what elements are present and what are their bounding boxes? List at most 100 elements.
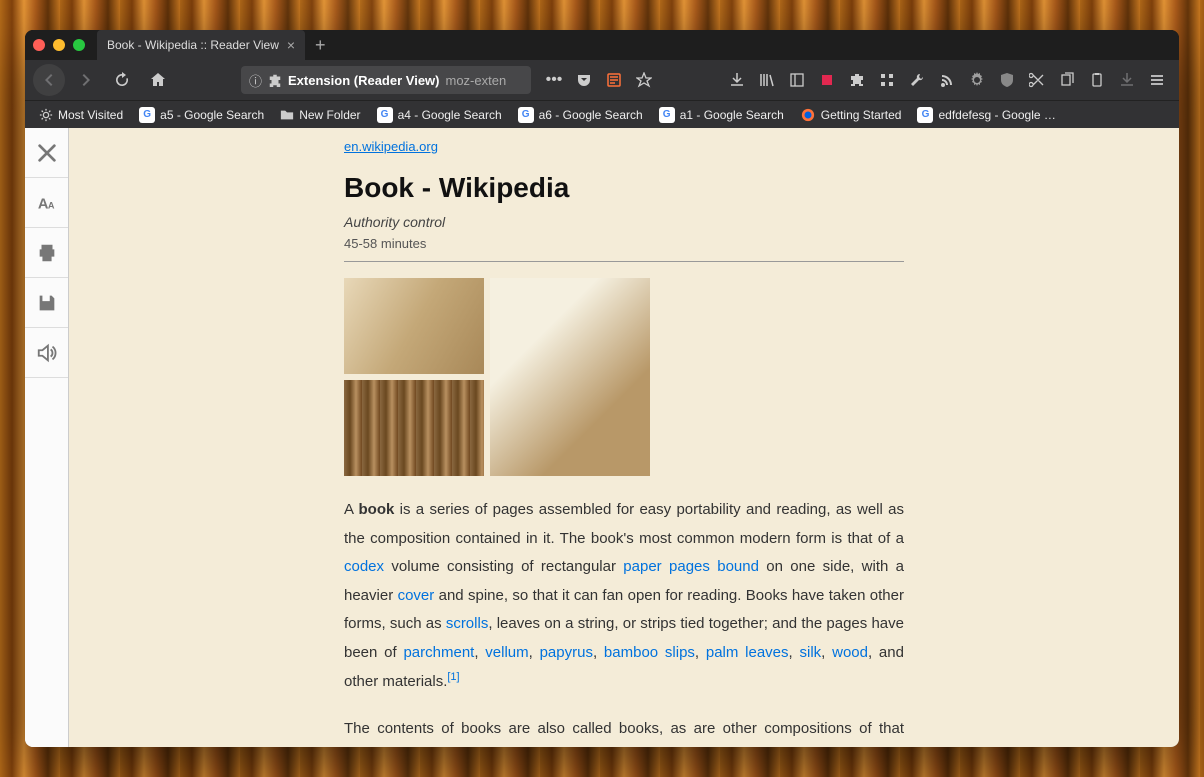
article-title: Book - Wikipedia (344, 172, 904, 204)
download2-icon (1119, 72, 1135, 88)
shield-icon (999, 72, 1015, 88)
google-icon: G (917, 107, 933, 123)
download-icon (729, 72, 745, 88)
copy-button[interactable] (1053, 65, 1081, 95)
url-extension-label: Extension (Reader View) (288, 73, 439, 88)
feed-button[interactable] (933, 65, 961, 95)
library-button[interactable] (753, 65, 781, 95)
bookmark-most-visited[interactable]: Most Visited (33, 105, 129, 125)
new-tab-button[interactable]: + (305, 30, 336, 60)
bookmark-a6[interactable]: G a6 - Google Search (512, 104, 649, 126)
tab-active[interactable]: Book - Wikipedia :: Reader View × (97, 30, 305, 60)
home-icon (150, 72, 166, 88)
link-cover[interactable]: cover (398, 587, 435, 604)
tab-close-icon[interactable]: × (287, 37, 295, 53)
star-icon (636, 72, 652, 88)
scissors-icon (1029, 72, 1045, 88)
forward-button[interactable] (71, 65, 101, 95)
devtools-button[interactable] (903, 65, 931, 95)
url-preview: moz-exten (446, 73, 507, 88)
addon-button-2[interactable] (873, 65, 901, 95)
ublock-button[interactable] (993, 65, 1021, 95)
copy-icon (1059, 72, 1075, 88)
reader-content[interactable]: en.wikipedia.org Book - Wikipedia Author… (69, 128, 1179, 747)
grid-icon (879, 72, 895, 88)
narrate-button[interactable] (25, 328, 68, 378)
bookmark-label: a4 - Google Search (398, 108, 502, 122)
bookmark-folder[interactable]: New Folder (274, 105, 366, 125)
speaker-icon (36, 342, 58, 364)
type-icon: AA (36, 192, 58, 214)
image-bookshelf (344, 380, 484, 476)
settings-button[interactable] (963, 65, 991, 95)
pocket-icon (576, 72, 592, 88)
link-bound[interactable]: bound (717, 558, 759, 575)
addon-button-1[interactable] (813, 65, 841, 95)
svg-text:A: A (47, 200, 54, 210)
save-button[interactable] (25, 278, 68, 328)
print-icon (36, 242, 58, 264)
home-button[interactable] (143, 65, 173, 95)
extension-icon (268, 73, 282, 87)
minimize-window-button[interactable] (53, 39, 65, 51)
bookmarks-bar: Most Visited G a5 - Google Search New Fo… (25, 100, 1179, 128)
content-area: AA en.wikipedia.org Book - Wikipedia Aut… (25, 128, 1179, 747)
link-palm-leaves[interactable]: palm leaves (706, 644, 789, 661)
bookmark-label: Getting Started (821, 108, 902, 122)
link-vellum[interactable]: vellum (485, 644, 528, 661)
pocket-button[interactable] (571, 65, 597, 95)
link-parchment[interactable]: parchment (403, 644, 474, 661)
bookmark-label: New Folder (299, 108, 360, 122)
bookmark-a4[interactable]: G a4 - Google Search (371, 104, 508, 126)
domain-link[interactable]: en.wikipedia.org (344, 139, 438, 154)
link-silk[interactable]: silk (799, 644, 821, 661)
dots-icon: ••• (546, 71, 563, 89)
bookmark-label: a5 - Google Search (160, 108, 264, 122)
bookmark-getting-started[interactable]: Getting Started (794, 104, 908, 126)
downloads-button[interactable] (723, 65, 751, 95)
print-button[interactable] (25, 228, 68, 278)
firefox-icon (800, 107, 816, 123)
folder-icon (280, 108, 294, 122)
type-controls-button[interactable]: AA (25, 178, 68, 228)
bookmark-a5[interactable]: G a5 - Google Search (133, 104, 270, 126)
link-paper[interactable]: paper (623, 558, 661, 575)
bookmark-a1[interactable]: G a1 - Google Search (653, 104, 790, 126)
library-icon (759, 72, 775, 88)
reference-1[interactable]: [1] (447, 671, 459, 683)
link-bamboo-slips[interactable]: bamboo slips (604, 644, 695, 661)
article-subtitle: Authority control (344, 214, 904, 230)
link-codex[interactable]: codex (344, 558, 384, 575)
arrow-left-icon (41, 72, 57, 88)
close-reader-button[interactable] (25, 128, 68, 178)
info-icon: ⓘ (249, 71, 262, 90)
menu-button[interactable] (1143, 65, 1171, 95)
reader-mode-button[interactable] (601, 65, 627, 95)
google-icon: G (377, 107, 393, 123)
page-action-menu[interactable]: ••• (541, 65, 567, 95)
link-pages[interactable]: pages (669, 558, 710, 575)
gear-icon (969, 72, 985, 88)
gear-icon (39, 108, 53, 122)
url-bar[interactable]: ⓘ Extension (Reader View) moz-exten (241, 66, 531, 94)
link-papyrus[interactable]: papyrus (540, 644, 593, 661)
reader-sidebar: AA (25, 128, 69, 747)
sidebar-toggle-button[interactable] (783, 65, 811, 95)
bookmark-label: a1 - Google Search (680, 108, 784, 122)
scissors-button[interactable] (1023, 65, 1051, 95)
back-button[interactable] (33, 64, 65, 96)
bookmark-label: edfdefesg - Google … (938, 108, 1055, 122)
close-window-button[interactable] (33, 39, 45, 51)
reload-icon (114, 72, 130, 88)
maximize-window-button[interactable] (73, 39, 85, 51)
bookmark-button[interactable] (631, 65, 657, 95)
addons-button[interactable] (843, 65, 871, 95)
clipboard-icon (1089, 72, 1105, 88)
bookmark-edfdefesg[interactable]: G edfdefesg - Google … (911, 104, 1061, 126)
image-open-book (344, 278, 484, 374)
link-scrolls[interactable]: scrolls (446, 615, 489, 632)
link-wood[interactable]: wood (832, 644, 868, 661)
download2-button[interactable] (1113, 65, 1141, 95)
reload-button[interactable] (107, 65, 137, 95)
clipboard-button[interactable] (1083, 65, 1111, 95)
